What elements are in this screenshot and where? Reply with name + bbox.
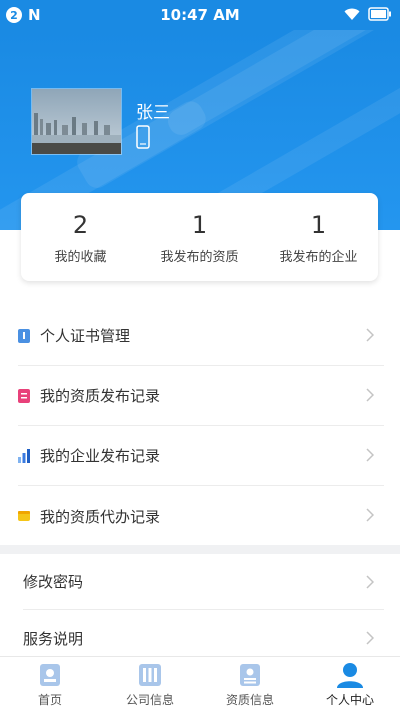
tab-home[interactable]: 首页 (0, 657, 100, 711)
tab-company-info[interactable]: 公司信息 (100, 657, 200, 711)
menu-item-agency-records[interactable]: 我的资质代办记录 (18, 486, 384, 546)
status-right (344, 7, 392, 21)
stat-value: 1 (191, 210, 208, 239)
stat-favorites[interactable]: 2 我的收藏 (21, 193, 140, 281)
stat-value: 2 (72, 210, 89, 239)
chevron-right-icon (366, 388, 374, 402)
menu-item-company-records[interactable]: 我的企业发布记录 (18, 426, 384, 486)
phone-icon (136, 125, 150, 149)
agency-record-icon (18, 511, 30, 521)
qualification-record-icon (18, 388, 30, 403)
settings-list: 修改密码 服务说明 (0, 554, 400, 666)
chevron-right-icon (366, 448, 374, 462)
menu-list: 个人证书管理 我的资质发布记录 我的企业发布记录 我的资质代办记录 (0, 306, 400, 546)
stat-label: 我发布的企业 (279, 249, 358, 265)
tab-label: 公司信息 (125, 693, 174, 707)
stat-published-qualifications[interactable]: 1 我发布的资质 (140, 193, 259, 281)
chevron-right-icon (366, 328, 374, 342)
menu-item-qualification-records[interactable]: 我的资质发布记录 (18, 366, 384, 426)
menu-label: 我的资质代办记录 (40, 507, 161, 526)
stat-published-companies[interactable]: 1 我发布的企业 (259, 193, 378, 281)
section-divider (0, 545, 400, 554)
settings-label: 服务说明 (23, 629, 84, 648)
bottom-tab-bar: 首页 公司信息 资质信息 个人中心 (0, 656, 400, 711)
tab-label: 个人中心 (325, 693, 374, 707)
stat-value: 1 (310, 210, 327, 239)
battery-icon (368, 7, 391, 21)
tab-qualification-info[interactable]: 资质信息 (200, 657, 300, 711)
stat-label: 我的收藏 (54, 249, 107, 265)
chevron-right-icon (366, 575, 374, 589)
user-name: 张三 (136, 103, 170, 123)
tab-label: 首页 (37, 693, 62, 707)
certificate-icon (18, 328, 30, 343)
tab-personal-center[interactable]: 个人中心 (300, 657, 400, 711)
avatar[interactable] (31, 88, 122, 155)
user-icon (337, 663, 363, 688)
settings-label: 修改密码 (23, 573, 84, 591)
bar-chart-icon (18, 448, 30, 463)
menu-label: 个人证书管理 (40, 327, 131, 345)
wifi-icon (344, 8, 360, 20)
settings-item-change-password[interactable]: 修改密码 (23, 554, 384, 610)
company-icon (139, 664, 161, 686)
stats-card: 2 我的收藏 1 我发布的资质 1 我发布的企业 (21, 193, 378, 281)
status-time: 10:47 AM (160, 6, 240, 24)
chevron-right-icon (366, 508, 374, 522)
menu-label: 我的企业发布记录 (40, 447, 161, 465)
home-icon (40, 664, 60, 686)
tab-label: 资质信息 (225, 693, 274, 707)
chevron-right-icon (366, 631, 374, 645)
status-bar: 2 N 10:47 AM (0, 0, 400, 30)
menu-label: 我的资质发布记录 (40, 387, 161, 405)
qualification-icon (240, 664, 260, 686)
stat-label: 我发布的资质 (160, 249, 239, 265)
menu-item-certificates[interactable]: 个人证书管理 (18, 306, 384, 366)
